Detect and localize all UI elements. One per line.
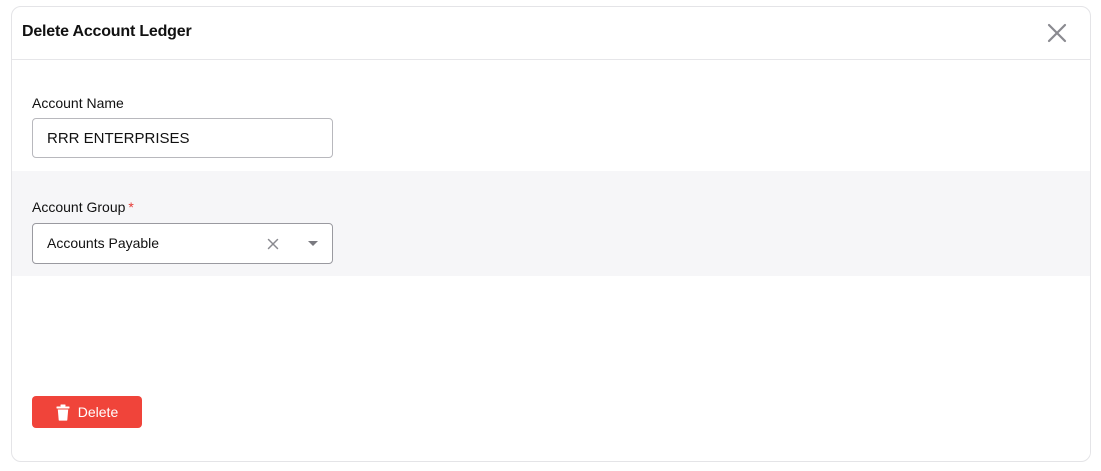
account-name-label: Account Name	[32, 95, 124, 111]
close-button[interactable]	[1046, 22, 1068, 44]
account-name-section: Account Name	[12, 61, 1090, 171]
chevron-down-icon[interactable]	[308, 241, 318, 246]
account-group-section: Account Group * Accounts Payable	[12, 171, 1090, 276]
divider	[1089, 377, 1090, 461]
dialog-header: Delete Account Ledger	[12, 7, 1090, 60]
delete-account-ledger-dialog: Delete Account Ledger Account Name Accou…	[11, 6, 1091, 462]
clear-icon	[267, 238, 279, 250]
account-group-selected-value: Accounts Payable	[47, 235, 160, 251]
required-marker: *	[128, 199, 134, 215]
delete-button[interactable]: Delete	[32, 396, 142, 428]
trash-icon	[56, 404, 70, 421]
account-group-label-text: Account Group	[32, 199, 126, 215]
account-group-select[interactable]: Accounts Payable	[32, 223, 333, 264]
clear-selection-button[interactable]	[266, 237, 280, 251]
dialog-title: Delete Account Ledger	[22, 23, 192, 40]
account-name-input[interactable]	[32, 118, 333, 158]
delete-button-label: Delete	[77, 404, 119, 420]
close-icon	[1047, 23, 1067, 43]
account-group-label: Account Group *	[32, 199, 134, 215]
